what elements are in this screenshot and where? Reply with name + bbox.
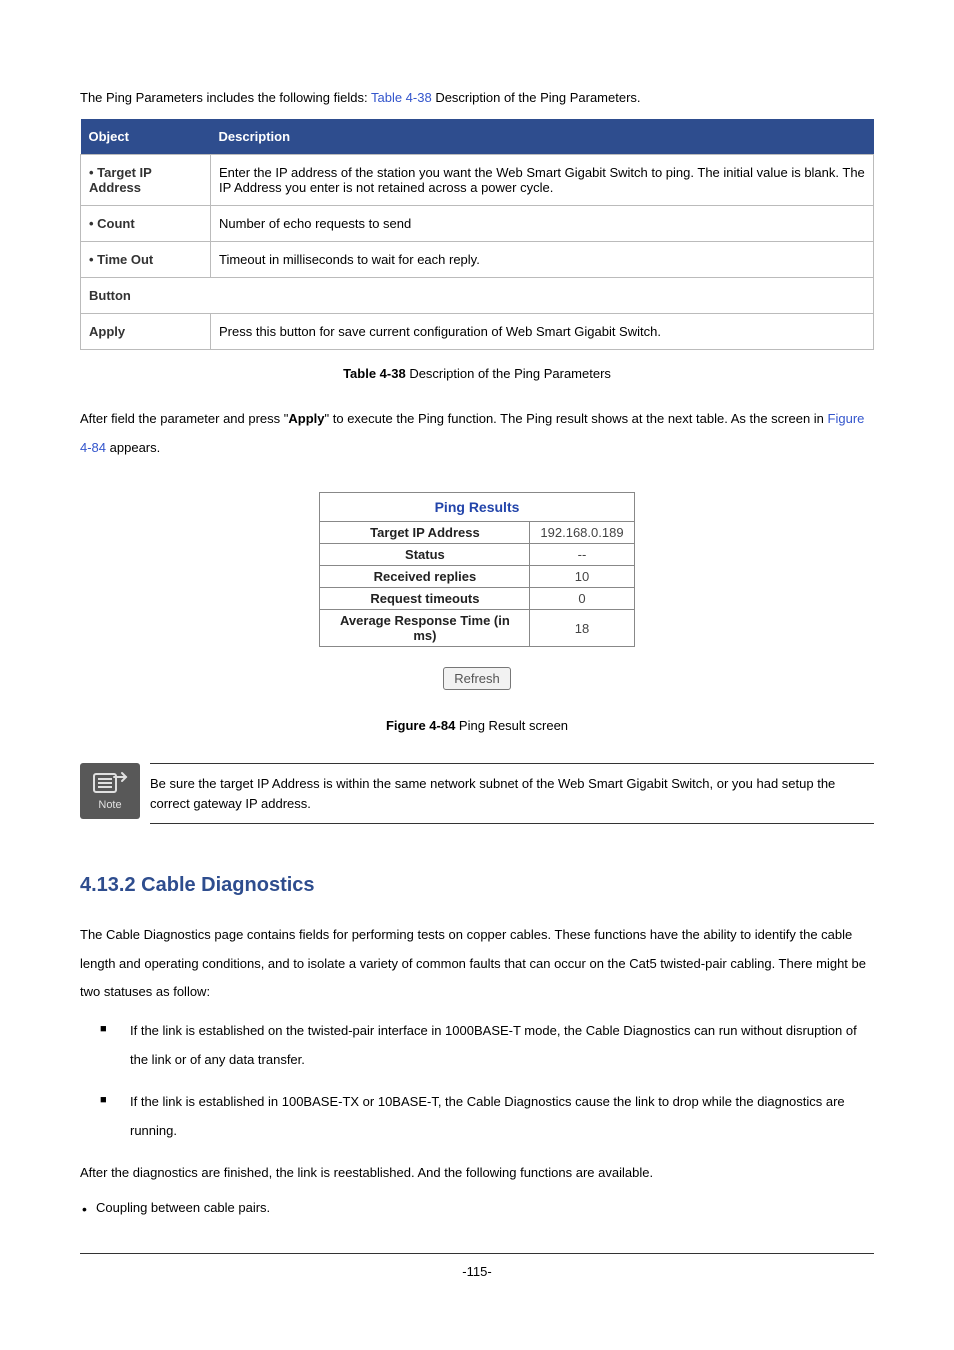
table-button-header-row: Button [81, 278, 874, 314]
after-para: After field the parameter and press "App… [80, 405, 874, 462]
ping-results-label: Average Response Time (in ms) [320, 610, 530, 647]
ping-results-label: Target IP Address [320, 522, 530, 544]
table-caption: Table 4-38 Description of the Ping Param… [80, 366, 874, 381]
ping-results-row: Status -- [320, 544, 634, 566]
intro-paragraph: The Ping Parameters includes the followi… [80, 90, 874, 105]
table-cell-object: • Count [81, 206, 211, 242]
ping-results-label: Status [320, 544, 530, 566]
figure-caption-xref: Figure 4-84 [386, 718, 455, 733]
note-label: Note [98, 799, 121, 811]
ping-results-value: -- [530, 544, 634, 566]
page-footer: -115- [80, 1253, 874, 1279]
section-para-1: The Cable Diagnostics page contains fiel… [80, 921, 874, 1007]
ping-results-row: Request timeouts 0 [320, 588, 634, 610]
ping-results-value: 192.168.0.189 [530, 522, 634, 544]
list-item: Coupling between cable pairs. [80, 1194, 874, 1223]
section-para-2: After the diagnostics are finished, the … [80, 1159, 874, 1188]
table-row: Apply Press this button for save current… [81, 314, 874, 350]
table-row: • Target IP Address Enter the IP address… [81, 155, 874, 206]
note-text: Be sure the target IP Address is within … [150, 763, 874, 824]
table-cell-object: Apply [81, 314, 211, 350]
intro-prefix: The Ping Parameters includes the followi… [80, 90, 368, 105]
ping-results-title: Ping Results [320, 493, 634, 522]
table-cell-description: Press this button for save current confi… [211, 314, 874, 350]
section-bullet-list: Coupling between cable pairs. [80, 1194, 874, 1223]
list-item: If the link is established in 100BASE-TX… [110, 1088, 874, 1145]
list-item: If the link is established on the twiste… [110, 1017, 874, 1074]
ping-results-row: Received replies 10 [320, 566, 634, 588]
after-para-part3: appears. [106, 440, 160, 455]
after-para-bold: Apply [288, 411, 324, 426]
table-cell-object: • Time Out [81, 242, 211, 278]
after-para-part1: After field the parameter and press " [80, 411, 288, 426]
table-cell-object: • Target IP Address [81, 155, 211, 206]
table-cell-description: Enter the IP address of the station you … [211, 155, 874, 206]
intro-xref: Table 4-38 [371, 90, 432, 105]
ping-results-row: Target IP Address 192.168.0.189 [320, 522, 634, 544]
table-header-description: Description [211, 119, 874, 155]
figure-caption-text: Ping Result screen [455, 718, 568, 733]
section-heading: 4.13.2 Cable Diagnostics [80, 874, 874, 897]
table-row: • Time Out Timeout in milliseconds to wa… [81, 242, 874, 278]
table-row: • Count Number of echo requests to send [81, 206, 874, 242]
ping-results-value: 18 [530, 610, 634, 647]
table-caption-xref: Table 4-38 [343, 366, 406, 381]
ping-results-row: Average Response Time (in ms) 18 [320, 610, 634, 647]
note-block: Note Be sure the target IP Address is wi… [80, 763, 874, 824]
after-para-part2: " to execute the Ping function. The Ping… [325, 411, 828, 426]
ping-results-value: 0 [530, 588, 634, 610]
note-icon: Note [80, 763, 140, 819]
table-cell-description: Number of echo requests to send [211, 206, 874, 242]
ping-results-table: Ping Results Target IP Address 192.168.0… [319, 492, 634, 647]
table-button-header: Button [81, 278, 874, 314]
table-caption-text: Description of the Ping Parameters [406, 366, 611, 381]
ping-results-value: 10 [530, 566, 634, 588]
intro-suffix: Description of the Ping Parameters. [432, 90, 641, 105]
ping-results-label: Received replies [320, 566, 530, 588]
ping-parameters-table: Object Description • Target IP Address E… [80, 119, 874, 350]
table-header-object: Object [81, 119, 211, 155]
refresh-button[interactable]: Refresh [443, 667, 511, 690]
figure-caption: Figure 4-84 Ping Result screen [80, 718, 874, 733]
section-square-list: If the link is established on the twiste… [80, 1017, 874, 1145]
ping-results-figure: Ping Results Target IP Address 192.168.0… [80, 492, 874, 700]
ping-results-label: Request timeouts [320, 588, 530, 610]
table-cell-description: Timeout in milliseconds to wait for each… [211, 242, 874, 278]
